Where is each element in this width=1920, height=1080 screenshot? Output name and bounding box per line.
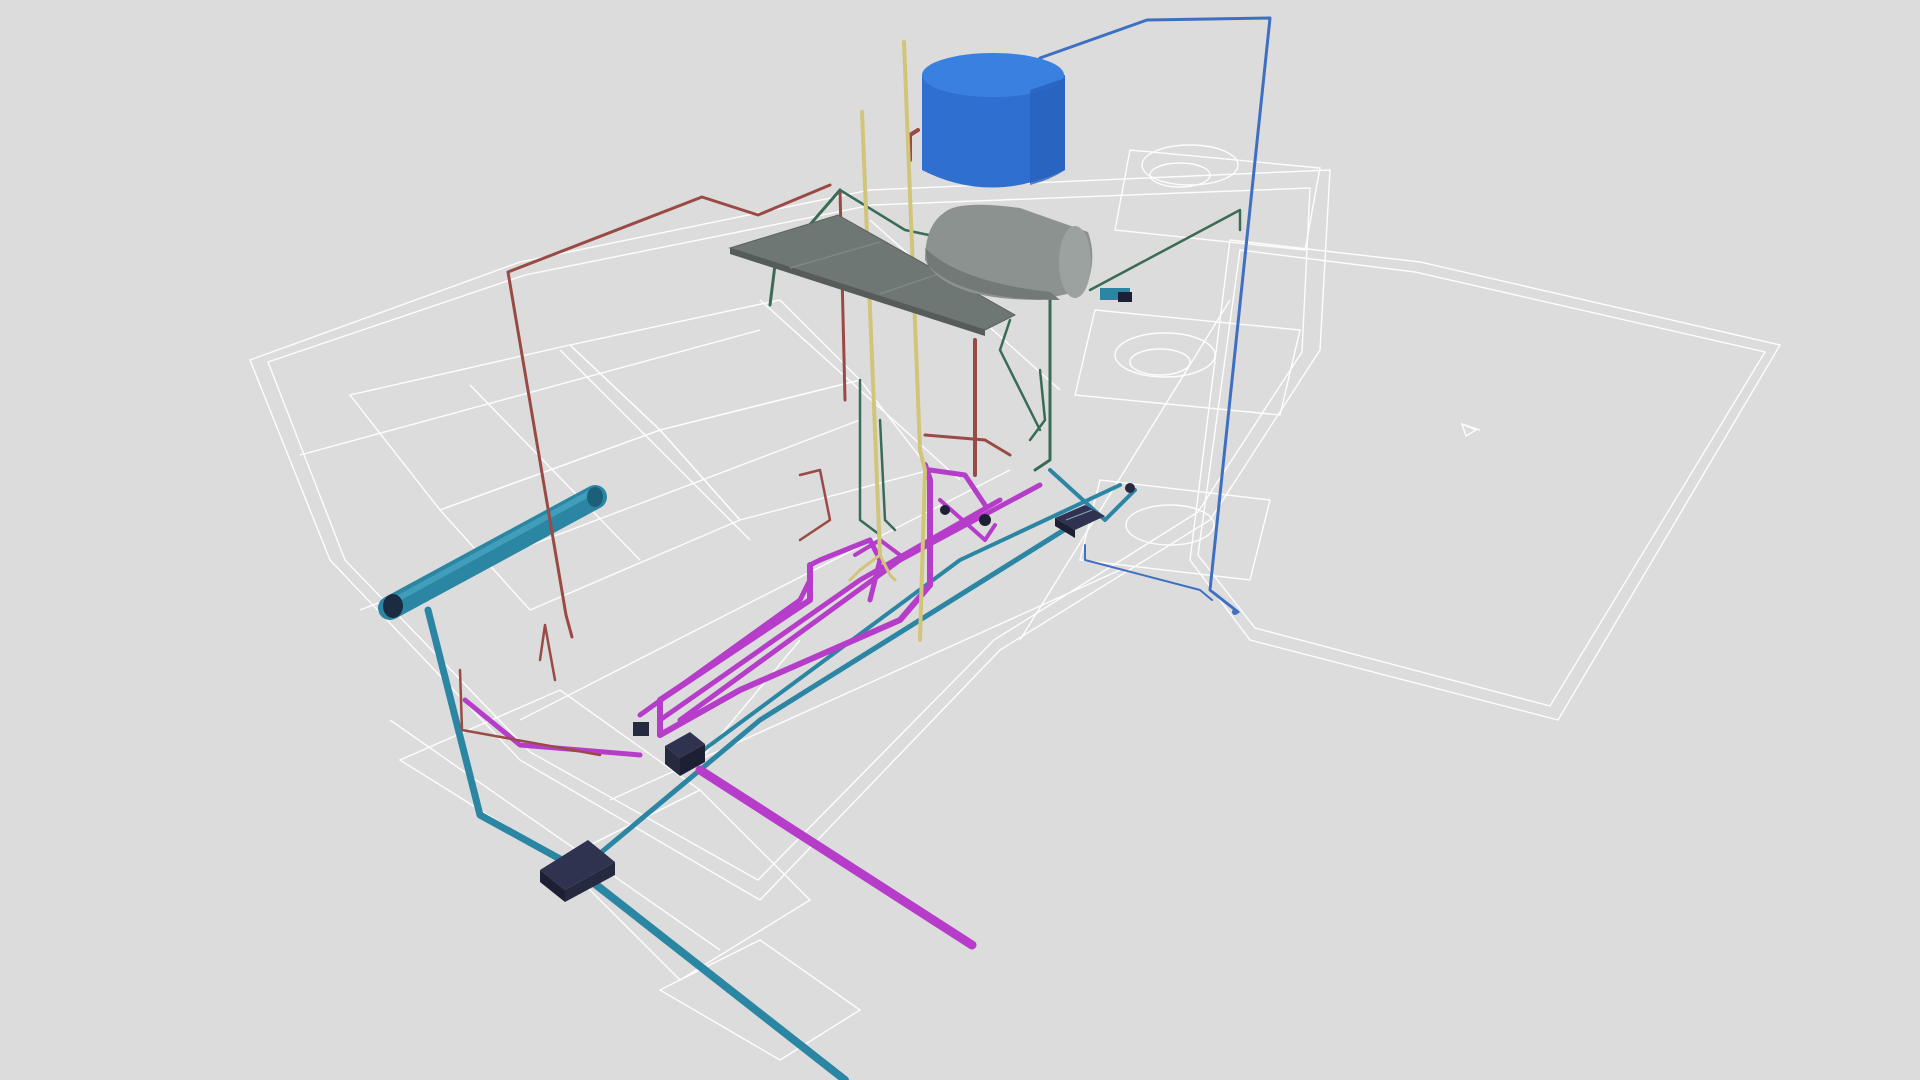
floorplan-room <box>1114 149 1321 251</box>
floorplan-outline-right-inner <box>1197 249 1767 707</box>
floorplan-room <box>568 299 862 431</box>
plumbing-3d-model[interactable] <box>0 0 1920 1080</box>
gutter-endcap <box>587 487 603 507</box>
fitting <box>1125 483 1135 493</box>
hot-water-pipe <box>923 433 1012 457</box>
floorplan-outline-right <box>1189 239 1782 721</box>
fitting-small <box>633 288 1238 736</box>
sewer-pipe <box>657 562 813 738</box>
supply-line-pipe <box>1084 544 1213 601</box>
floorplan-outline-main <box>249 169 1331 901</box>
gutter-endcap <box>383 594 403 618</box>
water-tank-shade <box>1030 78 1065 185</box>
floorplan-outline-main-inner <box>267 187 1311 881</box>
hot-water-pipe <box>908 128 920 162</box>
floorplan-room <box>398 689 702 861</box>
fitting <box>1118 292 1132 302</box>
floorplan-room <box>438 429 742 611</box>
storm-drain-pipe <box>424 606 584 874</box>
water-tank[interactable] <box>922 53 1065 188</box>
storm-drain-pipe <box>577 517 1083 873</box>
sewer-pipe <box>637 577 813 718</box>
floorplan-wall <box>299 329 761 456</box>
fitting <box>979 514 991 526</box>
floorplan-arrow <box>1461 423 1481 431</box>
cold-water-pipe <box>998 318 1042 432</box>
floorplan-fixture <box>1141 144 1239 186</box>
vent-pipe <box>902 40 922 452</box>
fitting <box>1232 609 1238 615</box>
storm-drain-outlet-pipe <box>586 876 849 1080</box>
hot-water-pipe <box>538 623 557 682</box>
water-heater-cap <box>1059 226 1091 298</box>
gutter-body <box>378 485 607 620</box>
floorplan-fixture <box>1129 348 1191 376</box>
cold-water-pipe <box>1088 208 1242 292</box>
sewer-outlet-pipe <box>695 765 977 950</box>
cold-water-pipe <box>1028 368 1047 442</box>
gutter-highlight <box>392 489 595 603</box>
fitting <box>940 505 950 515</box>
model-viewport[interactable] <box>0 0 1920 1080</box>
floorplan-room <box>1074 309 1301 416</box>
cold-water-pipe <box>878 418 897 532</box>
floorplan-room <box>658 379 932 521</box>
gutter <box>378 485 607 620</box>
floorplan-room <box>1079 479 1271 581</box>
fitting <box>633 722 649 736</box>
hot-water-pipe <box>798 468 832 542</box>
hot-water-system <box>458 128 1012 757</box>
floorplan-fixture <box>1114 332 1216 378</box>
storm-drain-system <box>424 468 1137 1080</box>
vent-pipe <box>860 110 882 557</box>
floorplan-wall <box>469 384 641 561</box>
